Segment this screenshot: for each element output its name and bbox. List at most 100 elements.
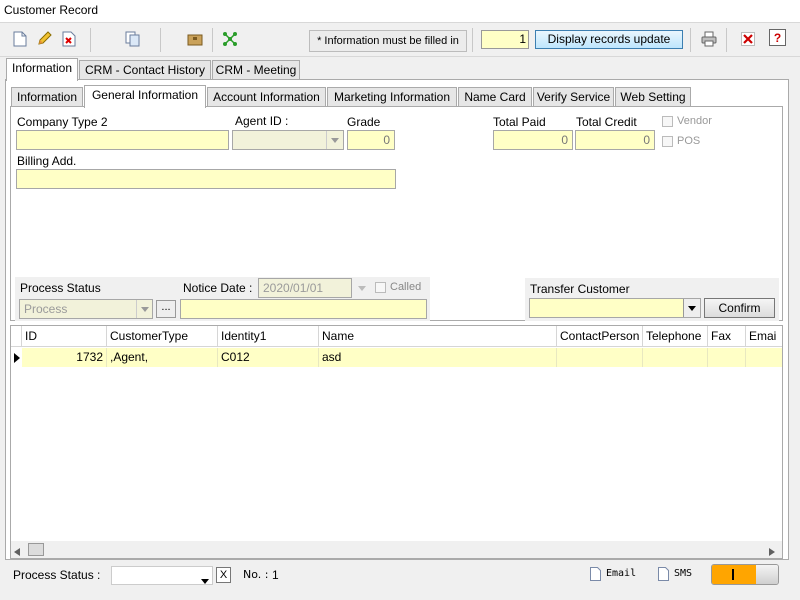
horizontal-scrollbar[interactable] <box>11 541 782 558</box>
column-header-customer-type[interactable]: CustomerType <box>107 326 218 347</box>
close-icon[interactable] <box>739 30 757 48</box>
edit-pencil-icon[interactable] <box>35 30 53 48</box>
scroll-left-icon[interactable] <box>14 545 20 558</box>
total-paid-field: 0 <box>493 130 573 150</box>
company-type-label: Company Type 2 <box>17 115 108 129</box>
email-document-icon[interactable] <box>590 567 601 584</box>
pos-checkbox[interactable] <box>662 136 673 147</box>
subtab-information[interactable]: Information <box>11 87 83 107</box>
record-number-value: 1 <box>272 568 279 582</box>
process-status-dropdown[interactable]: Process <box>19 299 153 319</box>
column-header-id[interactable]: ID <box>22 326 107 347</box>
column-header-contact-person[interactable]: ContactPerson <box>557 326 643 347</box>
pos-label: POS <box>677 135 701 147</box>
required-info-note: * Information must be filled in <box>309 30 467 52</box>
email-label[interactable]: Email <box>606 568 636 579</box>
new-document-icon[interactable] <box>11 30 29 48</box>
toolbar-separator <box>160 28 161 52</box>
sms-document-icon[interactable] <box>658 567 669 584</box>
table-cell-email[interactable] <box>746 348 782 367</box>
vendor-label: Vendor <box>677 115 712 127</box>
toolbar-separator <box>690 28 691 52</box>
toolbar-separator <box>726 28 727 52</box>
subtab-verify-service[interactable]: Verify Service <box>533 87 614 107</box>
column-header-fax[interactable]: Fax <box>708 326 746 347</box>
notice-note-field[interactable] <box>180 299 427 319</box>
status-process-label: Process Status : <box>13 568 101 582</box>
grade-label: Grade <box>347 115 381 129</box>
toggle-indicator-icon <box>732 569 734 580</box>
tab-information[interactable]: Information <box>6 58 78 81</box>
process-browse-button[interactable]: ... <box>156 300 176 318</box>
table-cell-fax[interactable] <box>708 348 746 367</box>
archive-box-icon[interactable] <box>186 30 204 48</box>
subtab-general-information[interactable]: General Information <box>84 85 206 108</box>
total-credit-field: 0 <box>575 130 655 150</box>
tab-crm-contact-history[interactable]: CRM - Contact History <box>79 60 211 80</box>
clear-status-button[interactable]: X <box>216 567 231 583</box>
toolbar-separator <box>90 28 91 52</box>
printer-icon[interactable] <box>700 30 718 48</box>
subtab-web-setting[interactable]: Web Setting <box>615 87 691 107</box>
toolbar-separator <box>212 28 213 52</box>
row-pointer-icon <box>11 348 22 367</box>
copy-document-icon[interactable] <box>124 30 142 48</box>
transfer-customer-dropdown[interactable] <box>529 298 701 318</box>
chevron-down-icon[interactable] <box>683 299 700 317</box>
table-cell-customer-type[interactable]: ,Agent, <box>107 348 218 367</box>
status-process-dropdown[interactable] <box>111 566 213 585</box>
toolbar: * Information must be filled in 1 Displa… <box>0 23 800 57</box>
billing-address-label: Billing Add. <box>17 154 77 168</box>
agent-id-dropdown[interactable] <box>232 130 344 150</box>
toggle-on-fill <box>712 565 756 584</box>
chevron-down-icon[interactable] <box>326 131 343 149</box>
tab-crm-meeting[interactable]: CRM - Meeting <box>212 60 300 80</box>
company-type-field[interactable] <box>16 130 229 150</box>
help-icon[interactable]: ? <box>768 28 786 46</box>
network-nodes-icon[interactable] <box>221 30 239 48</box>
subtab-marketing-information[interactable]: Marketing Information <box>327 87 457 107</box>
table-cell-name[interactable]: asd <box>319 348 557 367</box>
grade-field[interactable]: 0 <box>347 130 395 150</box>
billing-address-field[interactable] <box>16 169 396 189</box>
subtab-account-information[interactable]: Account Information <box>207 87 326 107</box>
table-cell-telephone[interactable] <box>643 348 708 367</box>
toolbar-separator <box>472 28 473 52</box>
confirm-button[interactable]: Confirm <box>704 298 775 318</box>
record-count-field[interactable]: 1 <box>481 30 529 49</box>
title-bar: Customer Record <box>0 0 800 23</box>
scrollbar-thumb[interactable] <box>28 543 44 556</box>
window-title: Customer Record <box>4 3 99 17</box>
process-status-label: Process Status <box>20 281 101 295</box>
called-label: Called <box>390 281 422 293</box>
table-cell-contact-person[interactable] <box>557 348 643 367</box>
scroll-right-icon[interactable] <box>769 545 775 558</box>
subtab-name-card[interactable]: Name Card <box>458 87 532 107</box>
table-cell-identity1[interactable]: C012 <box>218 348 319 367</box>
total-paid-label: Total Paid <box>493 115 546 129</box>
column-header-email[interactable]: Emai <box>746 326 782 347</box>
chevron-down-icon[interactable] <box>201 573 209 587</box>
transfer-customer-label: Transfer Customer <box>530 282 630 296</box>
toggle-knob[interactable] <box>756 565 778 584</box>
called-checkbox[interactable] <box>375 282 386 293</box>
vendor-checkbox[interactable] <box>662 116 673 127</box>
chevron-down-icon[interactable] <box>354 279 370 297</box>
column-header-telephone[interactable]: Telephone <box>643 326 708 347</box>
column-header-name[interactable]: Name <box>319 326 557 347</box>
total-credit-label: Total Credit <box>576 115 637 129</box>
notice-date-field[interactable]: 2020/01/01 <box>258 278 352 298</box>
agent-id-label: Agent ID : <box>235 114 289 128</box>
column-header-identity1[interactable]: Identity1 <box>218 326 319 347</box>
svg-text:?: ? <box>773 31 780 45</box>
row-header-corner <box>11 326 22 347</box>
customer-grid: ID CustomerType Identity1 Name ContactPe… <box>10 325 783 559</box>
display-records-update-button[interactable]: Display records update <box>535 30 683 49</box>
status-bar: Process Status : X No. : 1 Email SMS <box>0 562 800 600</box>
table-cell-id[interactable]: 1732 <box>22 348 107 367</box>
notice-date-label: Notice Date : <box>183 281 253 295</box>
chevron-down-icon[interactable] <box>136 300 153 318</box>
toggle-switch[interactable] <box>711 564 779 585</box>
delete-document-icon[interactable] <box>60 30 78 48</box>
sms-label[interactable]: SMS <box>674 568 692 579</box>
